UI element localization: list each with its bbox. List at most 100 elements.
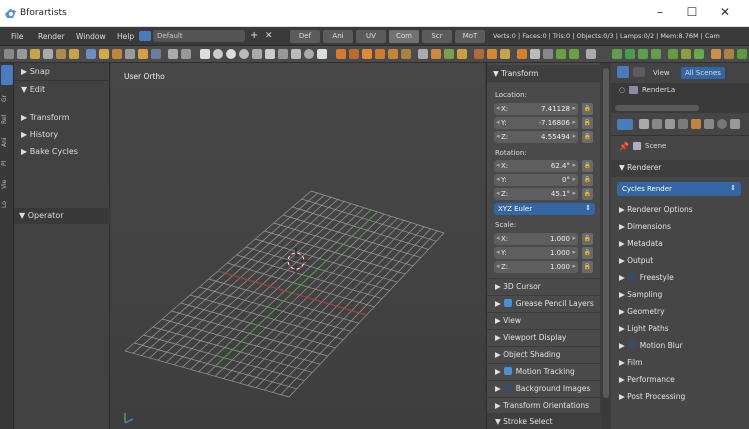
panel-metadata[interactable]: ▶ Metadata [611, 236, 749, 253]
3d-viewport[interactable]: User Ortho [111, 63, 485, 429]
scrollbar-thumb[interactable] [603, 68, 609, 398]
scale-x-field[interactable]: ◂ X: 1.000 ▸ [494, 233, 578, 245]
data-tab-icon[interactable] [730, 119, 740, 129]
panel-light-paths[interactable]: ▶ Light Paths [611, 321, 749, 338]
shelf-transform[interactable]: ▶ Transform [14, 109, 110, 126]
section-view[interactable]: ▶ View [487, 312, 601, 328]
tab-vie[interactable]: Vie [1, 173, 13, 195]
renderer-panel-header[interactable]: ▼ Renderer [611, 160, 749, 177]
script-icon[interactable] [737, 49, 747, 59]
panel-dimensions[interactable]: ▶ Dimensions [611, 219, 749, 236]
pin-icon[interactable]: 📌 [619, 142, 629, 151]
section-object-shading[interactable]: ▶ Object Shading [487, 346, 601, 362]
maximize-button[interactable]: ☐ [682, 5, 702, 19]
operator-panel-header[interactable]: ▼ Operator [14, 208, 110, 224]
world-icon[interactable] [694, 49, 704, 59]
add-object-icon[interactable] [517, 49, 527, 59]
curve-icon[interactable] [543, 49, 553, 59]
workspace-tab-def[interactable]: Def [290, 30, 320, 43]
rotation-z-field[interactable]: ◂ Z: 45.1° ▸ [494, 188, 578, 200]
bone-icon[interactable] [724, 49, 734, 59]
section-motion-tracking[interactable]: ▶ Motion Tracking [487, 363, 601, 379]
weight-paint-icon[interactable] [487, 49, 497, 59]
folder-icon[interactable] [30, 49, 40, 59]
modifier-icon[interactable] [612, 49, 622, 59]
minimize-button[interactable]: – [650, 5, 670, 19]
motion-tracking-checkbox[interactable] [503, 367, 512, 375]
shelf-history[interactable]: ▶ History [14, 126, 110, 143]
options-icon[interactable] [586, 49, 596, 59]
mesh-icon[interactable] [530, 49, 540, 59]
panel-renderer-options[interactable]: ▶ Renderer Options [611, 202, 749, 219]
object-tab-icon[interactable] [691, 119, 701, 129]
lock-rotation-z-icon[interactable]: 🔒 [582, 188, 593, 200]
tab-rel[interactable]: Rel [1, 109, 13, 129]
close-button[interactable]: ✕ [715, 5, 735, 19]
texture-paint-icon[interactable] [500, 49, 510, 59]
shelf-bake-cycles[interactable]: ▶ Bake Cycles [14, 143, 110, 160]
image-icon[interactable] [138, 49, 148, 59]
render-engine-select[interactable]: Cycles Render ⇕ [617, 182, 741, 196]
layout-selector[interactable]: Default [153, 30, 245, 42]
panel-performance[interactable]: ▶ Performance [611, 372, 749, 389]
section-grease-pencil-layers[interactable]: ▶ Grease Pencil Layers [487, 295, 601, 311]
grease-pencil-checkbox[interactable] [503, 299, 512, 307]
layers-tab-icon[interactable] [652, 119, 662, 129]
material-icon[interactable] [668, 49, 678, 59]
object-mode-icon[interactable] [431, 49, 441, 59]
world-tab-icon[interactable] [678, 119, 688, 129]
menu-help[interactable]: Help [117, 32, 134, 41]
empty-icon[interactable] [569, 49, 579, 59]
menu-icon[interactable] [4, 49, 14, 59]
lock-scale-z-icon[interactable]: 🔒 [582, 261, 593, 273]
section-viewport-display[interactable]: ▶ Viewport Display [487, 329, 601, 345]
import-icon[interactable] [56, 49, 66, 59]
panel-output[interactable]: ▶ Output [611, 253, 749, 270]
constraints-tab-icon[interactable] [704, 119, 714, 129]
workspace-tab-com[interactable]: Com [389, 30, 419, 43]
proportional-icon[interactable] [375, 49, 385, 59]
xray-icon[interactable] [291, 49, 301, 59]
section-stroke-select[interactable]: ▼ Stroke Select [487, 413, 601, 429]
lock-rotation-x-icon[interactable]: 🔒 [582, 160, 593, 172]
add-layout-button[interactable]: + [250, 30, 258, 41]
rotation-x-field[interactable]: ◂ X: 62.4° ▸ [494, 160, 578, 172]
workspace-tab-mot[interactable]: MoT [455, 30, 485, 43]
rotation-mode-select[interactable]: XYZ Euler ⇕ [494, 203, 595, 215]
lock-location-y-icon[interactable]: 🔒 [582, 117, 593, 129]
shading-render-icon[interactable] [278, 49, 288, 59]
shading-texture-icon[interactable] [252, 49, 262, 59]
shading-solid-icon[interactable] [239, 49, 249, 59]
tab-ani[interactable]: Ani [1, 131, 13, 153]
paint-mode-icon[interactable] [474, 49, 484, 59]
workspace-tab-scr[interactable]: Scr [422, 30, 452, 43]
camera-icon[interactable] [151, 49, 161, 59]
tree-expand-icon[interactable]: ○ [619, 86, 625, 94]
background-images-checkbox[interactable] [503, 384, 512, 392]
outliner-item[interactable]: RenderLa [642, 86, 675, 94]
tab-pl[interactable]: Pl [1, 155, 13, 171]
render-icon[interactable] [125, 49, 135, 59]
scale-z-field[interactable]: ◂ Z: 1.000 ▸ [494, 261, 578, 273]
lock-rotation-y-icon[interactable]: 🔒 [582, 174, 593, 186]
mirror-icon[interactable] [388, 49, 398, 59]
lock-location-x-icon[interactable]: 🔒 [582, 103, 593, 115]
shading-material-icon[interactable] [265, 49, 275, 59]
shelf-snap[interactable]: ▶ Snap [14, 63, 110, 80]
remove-layout-button[interactable]: ✕ [265, 31, 273, 41]
select-circle-icon[interactable] [213, 49, 223, 59]
render-tab-icon[interactable] [639, 119, 649, 129]
data-icon[interactable] [711, 49, 721, 59]
n-panel-scrollbar[interactable] [602, 63, 610, 429]
outliner-scrollbar[interactable] [615, 105, 699, 111]
select-box-icon[interactable] [200, 49, 210, 59]
section-transform-orientations[interactable]: ▶ Transform Orientations [487, 397, 601, 413]
section-background-images[interactable]: ▶ Background Images [487, 380, 601, 396]
panel-geometry[interactable]: ▶ Geometry [611, 304, 749, 321]
location-x-field[interactable]: ◂ X: 7.41128 ▸ [494, 103, 578, 115]
panel-film[interactable]: ▶ Film [611, 355, 749, 372]
redo-icon[interactable] [99, 49, 109, 59]
sphere-icon[interactable] [226, 49, 236, 59]
location-y-field[interactable]: ◂ Y: -7.16806 ▸ [494, 117, 578, 129]
outliner-editor-icon[interactable] [617, 66, 629, 78]
